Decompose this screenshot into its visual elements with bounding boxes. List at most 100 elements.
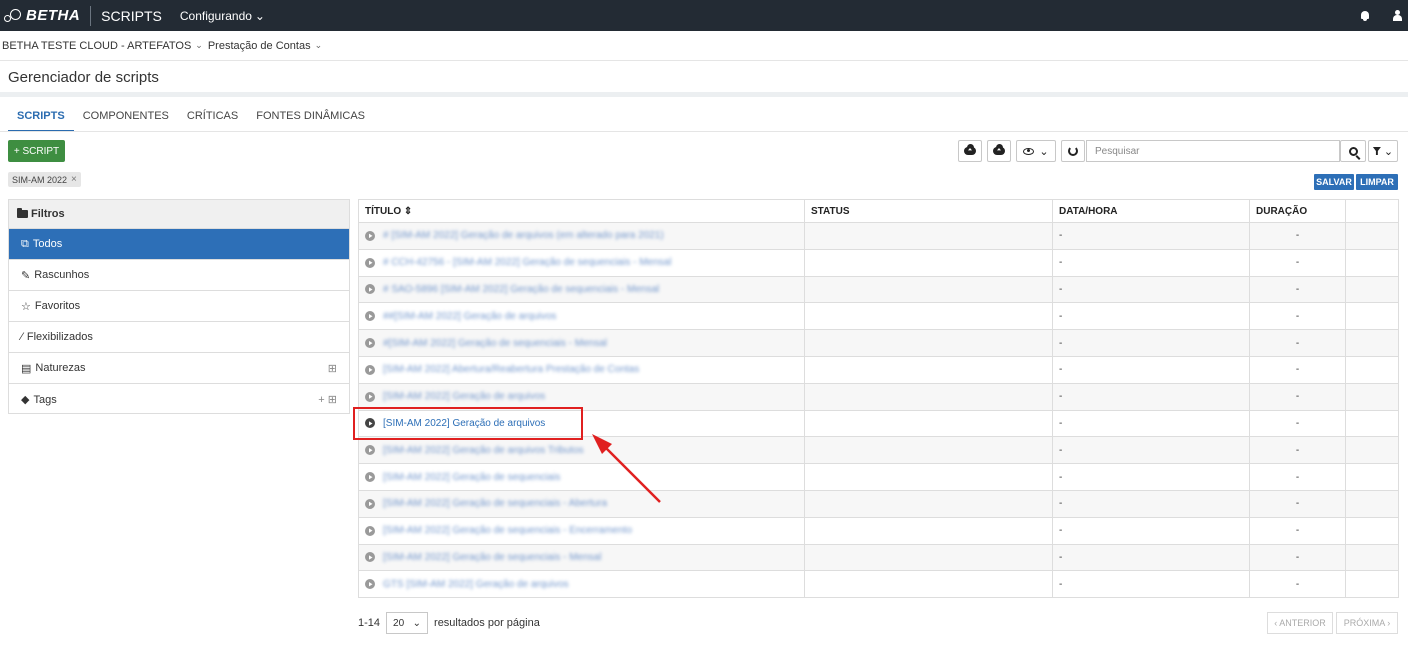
close-icon[interactable]: × (71, 174, 77, 185)
script-title-link[interactable]: [SIM-AM 2022] Geração de arquivos Tribut… (383, 445, 584, 456)
sidebar-item-flexibilizados[interactable]: ⁄ Flexibilizados (9, 322, 349, 353)
script-title-link[interactable]: # [SIM-AM 2022] Geração de arquivos (em … (383, 230, 664, 241)
upload-button[interactable] (958, 140, 982, 162)
cell-duration: - (1249, 516, 1346, 545)
add-tag-icon[interactable]: + ⊞ (318, 393, 337, 406)
column-header-duration: DURAÇÃO (1249, 199, 1346, 223)
view-options-button[interactable]: ⌄ (1016, 140, 1056, 162)
cell-status (804, 543, 1053, 572)
column-header-status: STATUS (804, 199, 1053, 223)
play-icon[interactable] (365, 257, 375, 268)
cloud-download-icon (993, 144, 1005, 155)
play-icon[interactable] (365, 498, 375, 509)
expand-icon[interactable]: ⊞ (328, 362, 337, 375)
user-icon[interactable] (1392, 10, 1402, 21)
save-button[interactable]: SALVAR (1314, 174, 1354, 190)
add-script-button[interactable]: + SCRIPT (8, 140, 65, 162)
clear-button[interactable]: LIMPAR (1356, 174, 1398, 190)
sidebar-item-naturezas[interactable]: ▤ Naturezas ⊞ (9, 353, 349, 384)
app-name[interactable]: SCRIPTS (101, 8, 162, 24)
script-title-link[interactable]: [SIM-AM 2022] Geração de arquivos (383, 391, 545, 402)
play-icon[interactable] (365, 391, 375, 402)
script-title-link[interactable]: [SIM-AM 2022] Geração de sequenciais - A… (383, 498, 607, 509)
sidebar-item-rascunhos[interactable]: ✎ Rascunhos (9, 260, 349, 291)
table-row[interactable]: [SIM-AM 2022] Geração de sequenciais - A… (358, 489, 1399, 518)
tab-criticas[interactable]: CRÍTICAS (178, 103, 247, 132)
cell-actions (1345, 382, 1399, 411)
tab-scripts[interactable]: SCRIPTS (8, 103, 74, 132)
search-placeholder: Pesquisar (1095, 145, 1140, 157)
script-title-link[interactable]: ##[SIM-AM 2022] Geração de arquivos (383, 311, 556, 322)
eye-icon (1023, 147, 1035, 155)
sidebar-item-todos[interactable]: ⧉ Todos (9, 229, 349, 260)
table-row[interactable]: # [SIM-AM 2022] Geração de arquivos (em … (358, 222, 1399, 250)
script-title-link[interactable]: # SAO-5896 [SIM-AM 2022] Geração de sequ… (383, 284, 659, 295)
table-row[interactable]: # SAO-5896 [SIM-AM 2022] Geração de sequ… (358, 275, 1399, 304)
play-icon[interactable] (365, 579, 375, 590)
column-header-datetime: DATA/HORA (1052, 199, 1250, 223)
script-title-link[interactable]: GTS [SIM-AM 2022] Geração de arquivos (383, 579, 569, 590)
table-row[interactable]: #[SIM-AM 2022] Geração de sequenciais - … (358, 329, 1399, 357)
cell-status (804, 463, 1053, 491)
sidebar-item-favoritos[interactable]: ☆ Favoritos (9, 291, 349, 322)
bell-icon[interactable] (1360, 10, 1370, 21)
entity-selector[interactable]: BETHA TESTE CLOUD - ARTEFATOS ⌄ (2, 40, 208, 52)
sidebar-item-tags[interactable]: ◆ Tags + ⊞ (9, 384, 349, 415)
search-input[interactable]: Pesquisar (1086, 140, 1340, 162)
next-page-button[interactable]: PRÓXIMA › (1336, 612, 1398, 634)
play-icon[interactable] (365, 525, 375, 536)
cell-title: [SIM-AM 2022] Geração de arquivos Tribut… (358, 436, 805, 465)
cell-datetime: - (1052, 222, 1250, 250)
cell-status (804, 275, 1053, 304)
script-title-link[interactable]: [SIM-AM 2022] Abertura/Reabertura Presta… (383, 364, 639, 375)
filter-button[interactable]: ⌄ (1368, 140, 1398, 162)
module-selector[interactable]: Prestação de Contas ⌄ (208, 40, 327, 52)
table-row[interactable]: [SIM-AM 2022] Geração de arquivos - - (358, 382, 1399, 411)
table-row[interactable]: [SIM-AM 2022] Geração de sequenciais - M… (358, 543, 1399, 572)
play-icon[interactable] (365, 284, 375, 295)
script-title-link[interactable]: # CCH-42756 - [SIM-AM 2022] Geração de s… (383, 257, 671, 268)
brand-logo[interactable]: BETHA (0, 0, 80, 31)
script-title-link[interactable]: [SIM-AM 2022] Geração de sequenciais (383, 472, 560, 483)
column-header-title[interactable]: TÍTULO ⇕ (358, 199, 805, 223)
script-title-link[interactable]: [SIM-AM 2022] Geração de arquivos (383, 418, 545, 429)
status-menu[interactable]: Configurando ⌄ (180, 9, 265, 23)
table-row[interactable]: # CCH-42756 - [SIM-AM 2022] Geração de s… (358, 248, 1399, 277)
play-icon[interactable] (365, 445, 375, 456)
cell-title: [SIM-AM 2022] Geração de sequenciais - M… (358, 543, 805, 572)
cell-actions (1345, 222, 1399, 250)
table-row[interactable]: [SIM-AM 2022] Geração de sequenciais - E… (358, 516, 1399, 545)
table-row[interactable]: [SIM-AM 2022] Geração de arquivos Tribut… (358, 436, 1399, 465)
cell-datetime: - (1052, 329, 1250, 357)
table-row[interactable]: [SIM-AM 2022] Abertura/Reabertura Presta… (358, 355, 1399, 384)
cell-status (804, 222, 1053, 250)
cell-actions (1345, 543, 1399, 572)
play-icon[interactable] (365, 552, 375, 563)
table-row[interactable]: ##[SIM-AM 2022] Geração de arquivos - - (358, 302, 1399, 331)
table-row[interactable]: GTS [SIM-AM 2022] Geração de arquivos - - (358, 570, 1399, 599)
script-title-link[interactable]: #[SIM-AM 2022] Geração de sequenciais - … (383, 338, 607, 349)
play-icon[interactable] (365, 472, 375, 483)
play-icon[interactable] (365, 230, 375, 241)
play-icon[interactable] (365, 364, 375, 375)
cell-actions (1345, 355, 1399, 384)
per-page-select[interactable]: 20 ⌄ (386, 612, 429, 634)
sort-icon[interactable]: ⇕ (404, 206, 412, 217)
table-row[interactable]: [SIM-AM 2022] Geração de sequenciais - - (358, 463, 1399, 491)
filter-chip-label: SIM-AM 2022 (12, 174, 68, 185)
tab-fontes-dinamicas[interactable]: FONTES DINÂMICAS (247, 103, 374, 132)
play-icon[interactable] (365, 311, 375, 322)
column-header-actions (1345, 199, 1399, 223)
script-title-link[interactable]: [SIM-AM 2022] Geração de sequenciais - E… (383, 525, 632, 536)
tab-componentes[interactable]: COMPONENTES (74, 103, 178, 132)
play-icon[interactable] (365, 338, 375, 349)
table-row[interactable]: [SIM-AM 2022] Geração de arquivos - - (358, 409, 1399, 438)
search-button[interactable] (1340, 140, 1366, 162)
play-icon[interactable] (365, 418, 375, 429)
previous-page-button[interactable]: ‹ ANTERIOR (1267, 612, 1333, 634)
refresh-button[interactable] (1061, 140, 1085, 162)
cell-datetime: - (1052, 543, 1250, 572)
star-icon: ☆ (21, 300, 31, 313)
download-button[interactable] (987, 140, 1011, 162)
script-title-link[interactable]: [SIM-AM 2022] Geração de sequenciais - M… (383, 552, 601, 563)
